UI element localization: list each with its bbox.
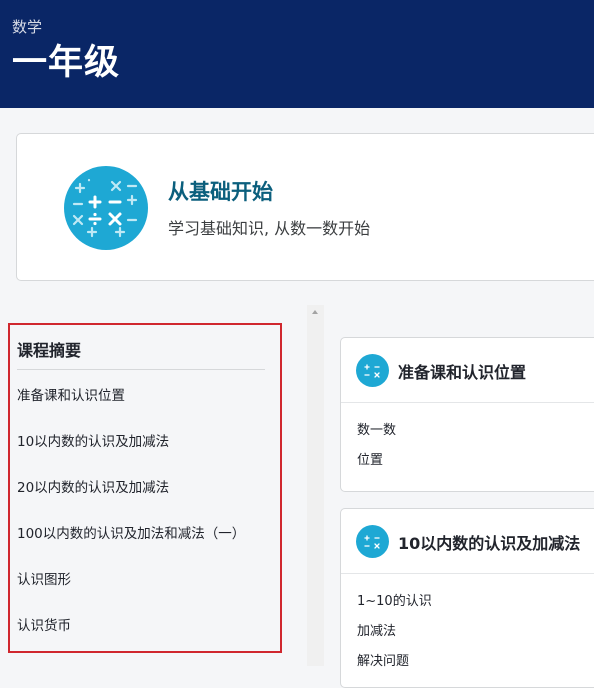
divider [17,369,265,370]
page-header: 数学 一年级 [0,0,594,108]
summary-link-unit-3[interactable]: 20以内数的认识及加减法 [17,476,169,496]
course-summary-panel: 课程摘要 准备课和认识位置 10以内数的认识及加减法 20以内数的认识及加减法 … [8,323,282,653]
summary-title: 课程摘要 [17,341,82,360]
course-summary-sidebar: 课程摘要 准备课和认识位置 10以内数的认识及加减法 20以内数的认识及加减法 … [0,305,307,666]
scroll-up-arrow-icon[interactable] [312,310,318,314]
page-title: 一年级 [12,43,121,83]
sidebar-scrollbar[interactable] [307,305,324,666]
math-symbols-icon [356,354,389,387]
divider [341,573,594,574]
intro-title: 从基础开始 [168,180,273,204]
unit-title[interactable]: 准备课和认识位置 [398,359,526,383]
summary-link-unit-5[interactable]: 认识图形 [17,568,71,588]
summary-link-unit-6[interactable]: 认识货币 [17,614,71,634]
math-symbols-icon [64,166,148,250]
unit-card: 准备课和认识位置 数一数 位置 [340,337,594,492]
divider [341,402,594,403]
summary-link-unit-4[interactable]: 100以内数的认识及加法和减法（一） [17,522,245,542]
intro-description: 学习基础知识, 从数一数开始 [168,219,371,238]
lesson-link[interactable]: 加减法 [357,620,396,639]
lesson-link[interactable]: 解决问题 [357,650,409,669]
summary-link-unit-2[interactable]: 10以内数的认识及加减法 [17,430,169,450]
summary-link-unit-1[interactable]: 准备课和认识位置 [17,384,125,404]
intro-card: 从基础开始 学习基础知识, 从数一数开始 [16,133,594,281]
lesson-link[interactable]: 1~10的认识 [357,590,432,609]
lesson-link[interactable]: 位置 [357,449,383,468]
unit-card: 10以内数的认识及加减法 1~10的认识 加减法 解决问题 [340,508,594,688]
math-symbols-icon [356,525,389,558]
unit-title[interactable]: 10以内数的认识及加减法 [398,530,580,554]
lesson-link[interactable]: 数一数 [357,419,396,438]
